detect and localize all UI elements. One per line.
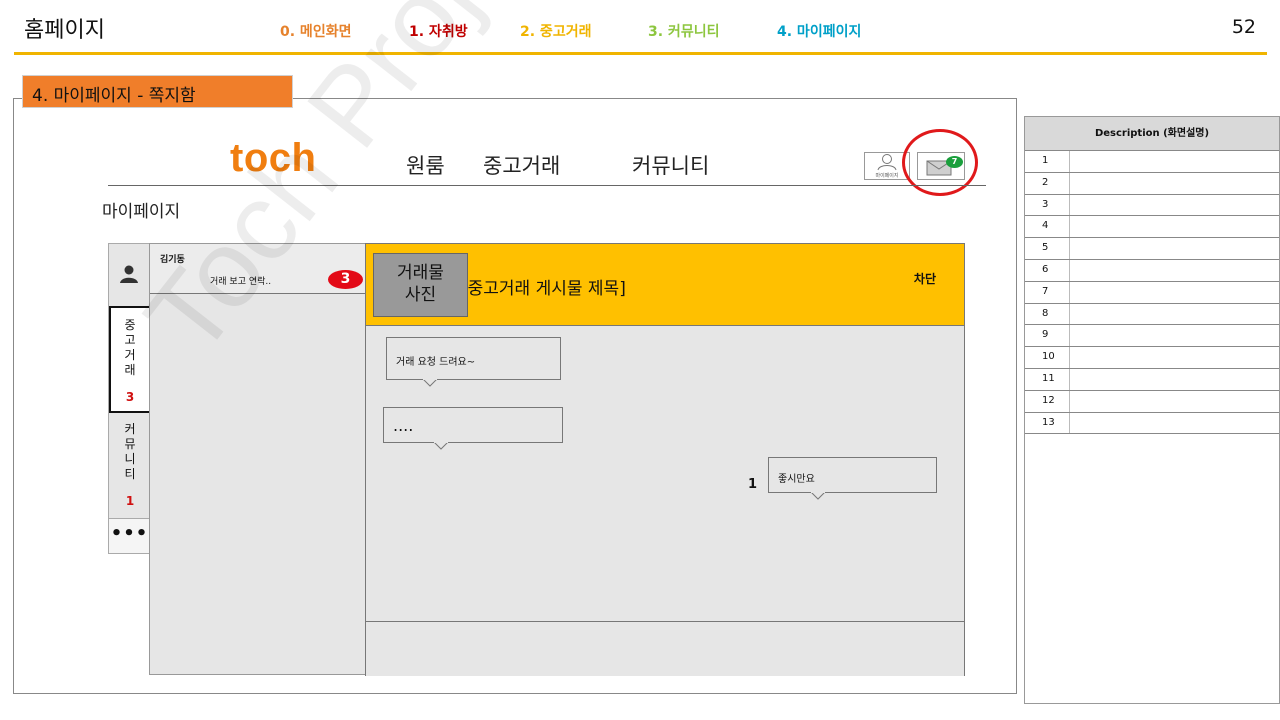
bubble-tail	[423, 379, 437, 387]
bubble-tail	[434, 442, 448, 450]
site-nav-community[interactable]: 커뮤니티	[632, 150, 709, 180]
conversation-item[interactable]: 김기동 거래 보고 연락.. 3	[150, 244, 365, 294]
description-row-text	[1070, 413, 1279, 434]
top-nav-market[interactable]: 2. 중고거래	[520, 21, 591, 41]
description-row-number: 12	[1025, 390, 1070, 412]
description-row-text	[1070, 260, 1279, 281]
message-bubble: ....	[383, 407, 563, 450]
description-row-text	[1070, 347, 1279, 368]
description-table: Description (화면설명) 1 2 3 4 5 6 7 8 9 10 11 12 13	[1024, 116, 1280, 704]
rail-tab-community-label: 커뮤니티	[124, 422, 136, 481]
conversation-sender: 김기동	[160, 255, 185, 265]
message-bubble: 거래 요청 드려요~	[386, 337, 561, 387]
message-bubble: 좋시만요	[768, 457, 937, 500]
description-row-text	[1070, 238, 1279, 259]
chat-panel: [중고거래 게시물 제목] 거래물 사진 차단 거래 요청 드려요~ .... …	[365, 243, 965, 676]
unread-badge: 3	[328, 270, 363, 289]
description-row-text	[1070, 216, 1279, 237]
description-row-number: 2	[1025, 172, 1070, 194]
description-row-text	[1070, 304, 1279, 325]
description-row-number: 10	[1025, 347, 1070, 368]
description-row: 11	[1025, 368, 1279, 391]
description-row-number: 3	[1025, 194, 1070, 216]
description-row: 3	[1025, 194, 1279, 217]
site-header-divider	[108, 185, 986, 186]
site-nav-oneroom[interactable]: 원룸	[406, 150, 445, 180]
description-row: 9	[1025, 325, 1279, 348]
description-row-number: 4	[1025, 216, 1070, 238]
description-row: 10	[1025, 347, 1279, 369]
site-logo[interactable]: toch	[230, 136, 316, 181]
description-row: 1	[1025, 151, 1279, 173]
top-nav-room[interactable]: 1. 자취방	[409, 21, 468, 41]
conversation-preview: 거래 보고 연락..	[210, 277, 272, 287]
rail-tab-community[interactable]: 커뮤니티 1	[109, 420, 151, 516]
message-input[interactable]	[366, 621, 964, 676]
description-row-text	[1070, 369, 1279, 390]
more-button[interactable]: •••	[108, 518, 151, 554]
description-row: 4	[1025, 216, 1279, 239]
section-label: 4. 마이페이지 - 쪽지함	[22, 75, 293, 108]
conversation-list: 김기동 거래 보고 연락.. 3	[149, 243, 366, 675]
description-rows: 1 2 3 4 5 6 7 8 9 10 11 12 13	[1025, 151, 1279, 435]
description-row: 7	[1025, 281, 1279, 304]
mypage-button-caption: 마이페이지	[875, 173, 899, 179]
read-count: 1	[748, 477, 758, 492]
message-text: 거래 요청 드려요~	[396, 357, 476, 368]
description-row-text	[1070, 195, 1279, 216]
chat-header: [중고거래 게시물 제목] 거래물 사진 차단	[366, 244, 964, 326]
description-row: 5	[1025, 238, 1279, 260]
description-row-text	[1070, 151, 1279, 172]
top-nav-main[interactable]: 0. 메인화면	[280, 21, 351, 41]
description-row-text	[1070, 391, 1279, 412]
page-number: 52	[1231, 16, 1256, 38]
description-row-number: 5	[1025, 238, 1070, 259]
item-photo[interactable]: 거래물 사진	[373, 253, 468, 317]
top-nav-mypage[interactable]: 4. 마이페이지	[777, 21, 861, 41]
description-row-number: 7	[1025, 281, 1070, 303]
user-icon	[877, 154, 897, 171]
mypage-label: 마이페이지	[102, 202, 181, 222]
description-row: 12	[1025, 390, 1279, 413]
bubble-tail	[811, 492, 825, 500]
rail-tab-market-count: 3	[125, 390, 135, 404]
description-row-number: 8	[1025, 303, 1070, 325]
description-row: 13	[1025, 412, 1279, 435]
block-button[interactable]: 차단	[914, 270, 936, 287]
slide: 홈페이지 0. 메인화면 1. 자취방 2. 중고거래 3. 커뮤니티 4. 마…	[0, 0, 1280, 720]
rail-tab-market[interactable]: 중고거래 3	[109, 306, 151, 413]
page-title: 홈페이지	[24, 18, 105, 43]
description-row-number: 13	[1025, 412, 1070, 434]
description-header: Description (화면설명)	[1025, 117, 1279, 151]
description-row-number: 11	[1025, 368, 1070, 390]
description-row: 2	[1025, 172, 1279, 195]
description-row-text	[1070, 282, 1279, 303]
item-photo-label: 거래물 사진	[397, 263, 444, 305]
description-row-number: 9	[1025, 325, 1070, 347]
post-title[interactable]: [중고거래 게시물 제목]	[461, 274, 626, 299]
header-divider	[14, 52, 1267, 55]
description-row-number: 6	[1025, 259, 1070, 281]
description-row: 8	[1025, 303, 1279, 326]
message-text: ....	[393, 416, 414, 435]
site-nav-market[interactable]: 중고거래	[483, 150, 560, 180]
description-row: 6	[1025, 259, 1279, 282]
person-icon[interactable]	[119, 264, 139, 284]
message-category-rail: 중고거래 3 커뮤니티 1 •••	[108, 243, 151, 554]
message-text: 좋시만요	[778, 474, 815, 485]
rail-tab-market-label: 중고거래	[124, 318, 136, 377]
description-row-text	[1070, 325, 1279, 346]
top-nav-community[interactable]: 3. 커뮤니티	[648, 21, 719, 41]
rail-tab-community-count: 1	[125, 494, 135, 508]
description-row-text	[1070, 173, 1279, 194]
description-row-number: 1	[1025, 151, 1070, 172]
